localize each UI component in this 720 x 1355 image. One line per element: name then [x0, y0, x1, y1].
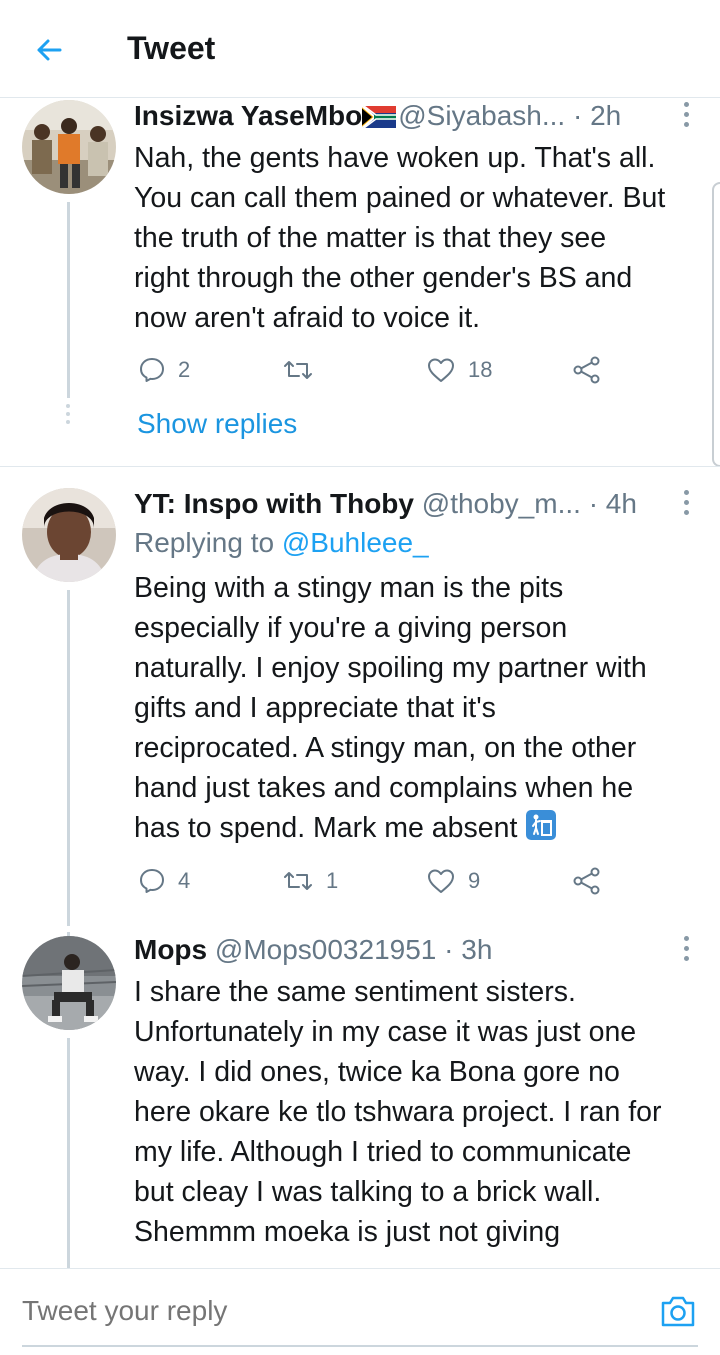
handle[interactable]: @Siyabash... — [398, 100, 565, 131]
avatar[interactable] — [22, 100, 116, 194]
replying-to-mention[interactable]: @Buhleee_ — [282, 527, 429, 558]
display-name[interactable]: YT: Inspo with Thoby — [134, 488, 414, 519]
more-vertical-icon[interactable] — [676, 490, 696, 520]
tweet-text-line: You can call them pained or whatever. Bu… — [134, 182, 666, 214]
like-icon — [428, 358, 454, 382]
thread-line — [67, 590, 70, 926]
tweet-text-line: gifts and I appreciate that it's — [134, 692, 496, 724]
camera-icon[interactable] — [658, 1291, 698, 1331]
tweet-text-line: Shemmm moeka is just not giving — [134, 1216, 561, 1248]
more-vertical-icon[interactable] — [676, 936, 696, 966]
tweet-item[interactable]: Mops @Mops00321951 · 3h I share the same… — [0, 932, 720, 1268]
tweet-text-line: hand just takes and complains when he — [134, 772, 634, 804]
like-button[interactable]: 9 — [426, 863, 480, 899]
thread-line — [67, 202, 70, 398]
thread-line — [67, 1038, 70, 1268]
retweet-count: 1 — [326, 868, 339, 893]
share-icon — [573, 356, 600, 384]
like-icon — [428, 869, 454, 893]
like-count: 9 — [468, 868, 481, 893]
timestamp[interactable]: · 4h — [589, 488, 637, 519]
display-name[interactable]: Mops — [134, 934, 207, 965]
tweet-text-line: Being with a stingy man is the pits — [134, 572, 564, 604]
replying-to: Replying to @Buhleee_ — [134, 524, 429, 562]
retweet-icon — [284, 872, 312, 890]
tweet-header: Insizwa YaseMbo @Siyabash... · 2h — [134, 98, 674, 136]
avatar[interactable] — [22, 488, 116, 582]
tweet-text-line: Unfortunately in my case it was just one — [134, 1016, 637, 1048]
handle[interactable]: @Mops00321951 — [215, 934, 436, 965]
tweet-text-line: has to spend. Mark me absent — [134, 808, 704, 852]
timestamp[interactable]: · 2h — [573, 100, 621, 131]
thread-more-dots — [66, 404, 71, 428]
tweet-header: YT: Inspo with Thoby @thoby_m... · 4h — [134, 486, 674, 524]
share-button[interactable] — [572, 352, 602, 388]
page-title: Tweet — [127, 30, 216, 66]
more-vertical-icon[interactable] — [676, 102, 696, 132]
tweet-text-line: I share the same sentiment sisters. — [134, 976, 576, 1008]
timestamp[interactable]: · 3h — [444, 934, 492, 965]
display-name[interactable]: Insizwa YaseMbo — [134, 100, 362, 131]
tweet-text: Being with a stingy man is the pits espe… — [134, 568, 704, 852]
tweet-actions: 4 1 9 — [134, 863, 614, 899]
litter-bin-emoji-icon — [525, 809, 557, 852]
like-count: 18 — [468, 357, 493, 382]
divider — [0, 466, 720, 467]
reply-icon — [140, 869, 164, 893]
retweet-button[interactable] — [282, 352, 326, 388]
scrollbar-thumb[interactable] — [712, 182, 720, 467]
reply-button[interactable]: 2 — [138, 352, 190, 388]
handle[interactable]: @thoby_m... — [422, 488, 581, 519]
top-app-bar: Tweet — [0, 0, 720, 98]
retweet-button[interactable]: 1 — [282, 863, 338, 899]
tweet-header: Mops @Mops00321951 · 3h — [134, 932, 674, 970]
tweet-text: I share the same sentiment sisters. Unfo… — [134, 972, 704, 1252]
reply-input[interactable] — [22, 1291, 582, 1331]
reply-input-underline — [22, 1345, 698, 1347]
tweet-actions: 2 18 — [134, 352, 614, 388]
tweet-text-line-content: has to spend. Mark me absent — [134, 812, 518, 844]
tweet-text-line: right through the other gender's BS and — [134, 262, 633, 294]
tweet-text-line: now aren't afraid to voice it. — [134, 302, 481, 334]
like-button[interactable]: 18 — [426, 352, 492, 388]
tweet-item[interactable]: Insizwa YaseMbo @Siyabash... · 2h Nah, t… — [0, 98, 720, 466]
reply-button[interactable]: 4 — [138, 863, 190, 899]
tweet-text-line: especially if you're a giving person — [134, 612, 568, 644]
tweet-text-line: the truth of the matter is that they see — [134, 222, 607, 254]
tweet-text-line: Nah, the gents have woken up. That's all… — [134, 142, 656, 174]
tweet-text: Nah, the gents have woken up. That's all… — [134, 138, 704, 338]
tweet-text-line: naturally. I enjoy spoiling my partner w… — [134, 652, 647, 684]
avatar[interactable] — [22, 936, 116, 1030]
reply-composer-bar — [0, 1268, 720, 1355]
reply-count: 4 — [178, 868, 191, 893]
retweet-icon — [284, 361, 312, 379]
share-button[interactable] — [572, 863, 602, 899]
tweet-text-line: way. I did ones, twice ka Bona gore no — [134, 1056, 620, 1088]
south-africa-flag-icon — [361, 101, 397, 136]
show-replies-link[interactable]: Show replies — [137, 408, 297, 440]
tweet-text-line: here okare ke tlo tshwara project. I ran… — [134, 1096, 662, 1128]
tweet-text-line: my life. Although I tried to communicate — [134, 1136, 632, 1168]
back-arrow-icon[interactable] — [30, 30, 70, 70]
share-icon — [573, 867, 600, 895]
reply-icon — [140, 358, 164, 382]
tweet-item[interactable]: YT: Inspo with Thoby @thoby_m... · 4h Re… — [0, 486, 720, 926]
tweet-text-line: but cleay I was talking to a brick wall. — [134, 1176, 602, 1208]
tweet-text-line: reciprocated. A stingy man, on the other — [134, 732, 637, 764]
replying-to-label: Replying to — [134, 527, 275, 558]
reply-count: 2 — [178, 357, 191, 382]
